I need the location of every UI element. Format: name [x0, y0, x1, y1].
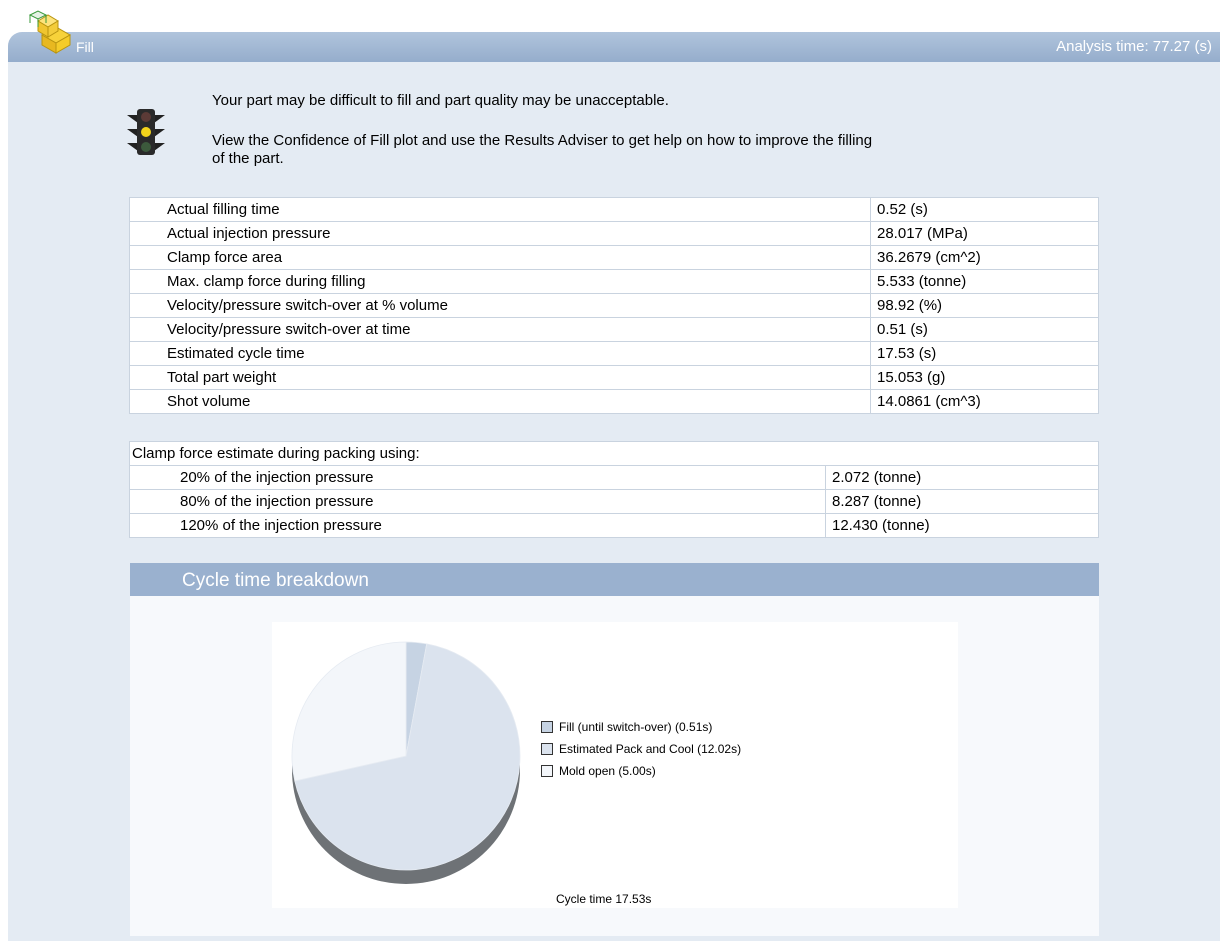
table-row: Velocity/pressure switch-over at time 0.5…: [129, 317, 1099, 342]
fill-advice-text: View the Confidence of Fill plot and use…: [212, 132, 873, 149]
table-row: Velocity/pressure switch-over at % volum…: [129, 293, 1099, 318]
clamp-label: 120% of the injection pressure: [129, 513, 826, 538]
legend-swatch: [541, 743, 553, 755]
clamp-force-table: Clamp force estimate during packing usin…: [129, 441, 1099, 538]
result-value: 98.92 (%): [870, 293, 1099, 318]
fill-advice-text-cont: of the part.: [212, 150, 284, 167]
clamp-label: 80% of the injection pressure: [129, 489, 826, 514]
table-row: 80% of the injection pressure 8.287 (tonn…: [129, 489, 1099, 514]
result-value: 15.053 (g): [870, 365, 1099, 390]
result-label: Total part weight: [129, 365, 871, 390]
legend-label: Estimated Pack and Cool (12.02s): [559, 742, 742, 756]
table-row: 120% of the injection pressure 12.430 (to…: [129, 513, 1099, 538]
result-value: 5.533 (tonne): [870, 269, 1099, 294]
result-label: Actual filling time: [129, 197, 871, 222]
result-label: Actual injection pressure: [129, 221, 871, 246]
result-value: 0.51 (s): [870, 317, 1099, 342]
clamp-heading: Clamp force estimate during packing usin…: [129, 441, 1099, 466]
table-row: Actual injection pressure 28.017 (MPa): [129, 221, 1099, 246]
result-value: 14.0861 (cm^3): [870, 389, 1099, 414]
result-label: Velocity/pressure switch-over at time: [129, 317, 871, 342]
legend-swatch: [541, 765, 553, 777]
result-label: Shot volume: [129, 389, 871, 414]
cycle-time-header: Cycle time breakdown: [130, 563, 1099, 596]
result-label: Max. clamp force during filling: [129, 269, 871, 294]
legend-swatch: [541, 721, 553, 733]
table-row: Clamp force area 36.2679 (cm^2): [129, 245, 1099, 270]
table-row: Estimated cycle time 17.53 (s): [129, 341, 1099, 366]
result-value: 28.017 (MPa): [870, 221, 1099, 246]
clamp-value: 2.072 (tonne): [825, 465, 1099, 490]
result-value: 0.52 (s): [870, 197, 1099, 222]
table-row: Shot volume 14.0861 (cm^3): [129, 389, 1099, 414]
pie-slice-2: [291, 641, 407, 782]
table-row: Total part weight 15.053 (g): [129, 365, 1099, 390]
chart-legend: Fill (until switch-over) (0.51s) Estimat…: [541, 716, 741, 782]
result-value: 36.2679 (cm^2): [870, 245, 1099, 270]
result-label: Clamp force area: [129, 245, 871, 270]
result-label: Velocity/pressure switch-over at % volum…: [129, 293, 871, 318]
cycle-time-title: Cycle time breakdown: [182, 570, 369, 591]
legend-item: Mold open (5.00s): [541, 760, 741, 782]
traffic-light-icon: [127, 109, 165, 155]
result-label: Estimated cycle time: [129, 341, 871, 366]
legend-label: Fill (until switch-over) (0.51s): [559, 720, 713, 734]
fill-warning-text: Your part may be difficult to fill and p…: [212, 92, 669, 109]
clamp-value: 12.430 (tonne): [825, 513, 1099, 538]
table-header-row: Clamp force estimate during packing usin…: [129, 441, 1099, 466]
chart-caption: Cycle time 17.53s: [556, 892, 652, 906]
fill-results-table: Actual filling time 0.52 (s) Actual injec…: [129, 197, 1099, 414]
table-row: Actual filling time 0.52 (s): [129, 197, 1099, 222]
section-header: Fill Analysis time: 77.27 (s): [8, 32, 1220, 62]
legend-label: Mold open (5.00s): [559, 764, 656, 778]
pie-chart: [291, 641, 521, 884]
table-row: 20% of the injection pressure 2.072 (tonn…: [129, 465, 1099, 490]
result-value: 17.53 (s): [870, 341, 1099, 366]
legend-item: Fill (until switch-over) (0.51s): [541, 716, 741, 738]
clamp-value: 8.287 (tonne): [825, 489, 1099, 514]
table-row: Max. clamp force during filling 5.533 (to…: [129, 269, 1099, 294]
analysis-time: Analysis time: 77.27 (s): [1056, 38, 1212, 55]
clamp-label: 20% of the injection pressure: [129, 465, 826, 490]
legend-item: Estimated Pack and Cool (12.02s): [541, 738, 741, 760]
part-cube-icon: [28, 10, 72, 54]
